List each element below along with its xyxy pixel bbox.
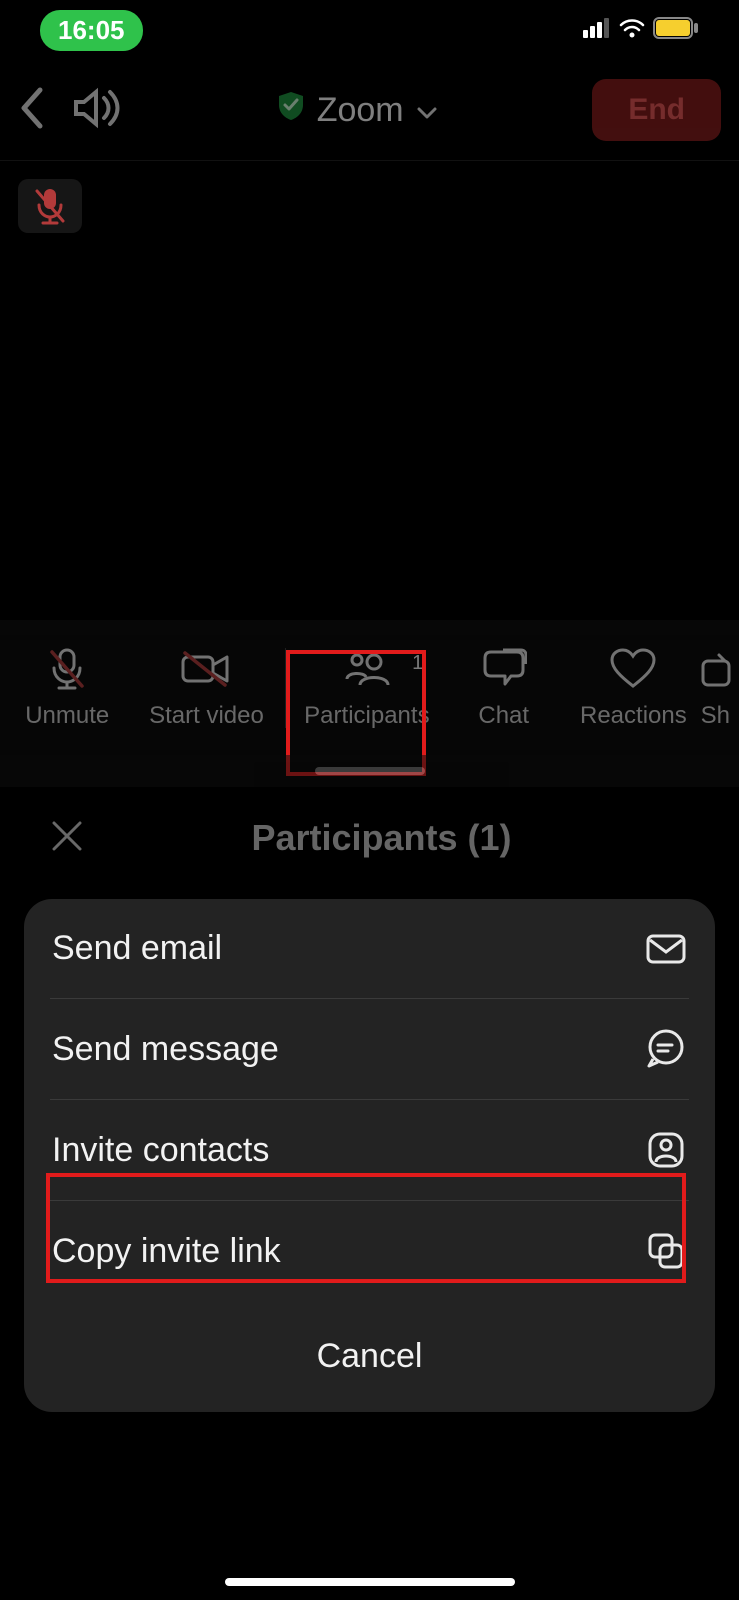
drag-handle[interactable] <box>315 767 425 775</box>
mic-off-icon <box>44 646 90 692</box>
toolbar-divider <box>285 648 287 728</box>
send-email-row[interactable]: Send email <box>24 899 715 998</box>
mail-icon <box>645 934 687 964</box>
copy-link-label: Copy invite link <box>52 1232 281 1271</box>
participants-header: Participants (1) <box>0 787 739 899</box>
close-icon[interactable] <box>50 819 84 858</box>
copy-link-row[interactable]: Copy invite link <box>24 1201 715 1301</box>
participants-title: Participants (1) <box>108 817 655 859</box>
status-bar: 16:05 <box>0 0 739 60</box>
chat-button[interactable]: Chat <box>441 646 566 730</box>
mic-muted-icon <box>33 187 67 225</box>
send-message-row[interactable]: Send message <box>24 999 715 1099</box>
copy-icon <box>645 1231 687 1271</box>
end-button[interactable]: End <box>592 79 721 141</box>
reactions-label: Reactions <box>580 702 687 730</box>
status-time: 16:05 <box>40 10 143 51</box>
participants-icon <box>344 649 390 689</box>
participants-button[interactable]: 1 Participants <box>292 646 441 730</box>
battery-icon <box>653 17 699 44</box>
chat-icon <box>481 648 527 690</box>
sheet-handle-row <box>0 755 739 787</box>
meeting-top-bar: Zoom End <box>0 60 739 160</box>
contact-icon <box>645 1130 687 1170</box>
share-icon <box>701 649 731 689</box>
shield-check-icon <box>277 91 305 130</box>
share-label: Sh <box>701 702 730 730</box>
back-icon[interactable] <box>18 86 48 135</box>
reactions-button[interactable]: Reactions <box>566 646 700 730</box>
participants-label: Participants <box>304 702 429 730</box>
chat-label: Chat <box>478 702 529 730</box>
cancel-button[interactable]: Cancel <box>24 1301 715 1412</box>
unmute-label: Unmute <box>25 702 109 730</box>
muted-badge <box>18 179 82 233</box>
start-video-button[interactable]: Start video <box>134 646 278 730</box>
chevron-down-icon <box>416 91 438 130</box>
message-icon <box>645 1029 687 1069</box>
meeting-title-label: Zoom <box>317 91 404 130</box>
start-video-label: Start video <box>149 702 264 730</box>
share-button[interactable]: Sh <box>701 646 739 730</box>
send-message-label: Send message <box>52 1030 279 1069</box>
status-icons <box>583 17 699 44</box>
video-area <box>0 160 739 620</box>
invite-sheet: Send email Send message Invite contacts … <box>24 899 715 1412</box>
unmute-button[interactable]: Unmute <box>0 646 134 730</box>
send-email-label: Send email <box>52 929 222 968</box>
meeting-toolbar: Unmute Start video 1 <box>0 620 739 755</box>
invite-contacts-label: Invite contacts <box>52 1131 269 1170</box>
participants-count: 1 <box>412 652 423 675</box>
heart-icon <box>610 648 656 690</box>
video-off-icon <box>179 649 233 689</box>
wifi-icon <box>619 18 645 43</box>
cellular-icon <box>583 18 611 43</box>
invite-contacts-row[interactable]: Invite contacts <box>24 1100 715 1200</box>
speaker-icon[interactable] <box>72 86 122 135</box>
meeting-title[interactable]: Zoom <box>140 91 574 130</box>
home-indicator[interactable] <box>225 1578 515 1586</box>
